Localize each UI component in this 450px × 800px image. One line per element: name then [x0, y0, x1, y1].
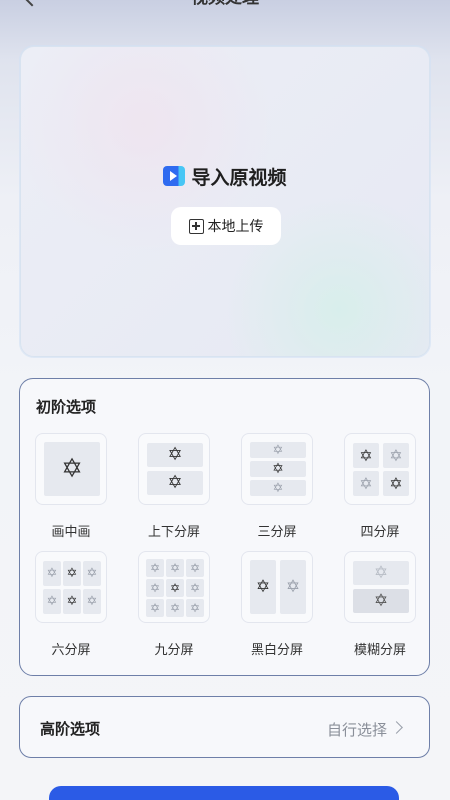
option-six-split[interactable]: ✡ ✡ ✡ ✡ ✡ ✡ 六分屏	[35, 551, 107, 658]
option-label: 三分屏	[257, 525, 297, 540]
option-thumbnail: ✡ ✡ ✡ ✡	[344, 433, 416, 505]
option-label: 上下分屏	[147, 525, 200, 540]
basic-options-panel: 初阶选项 ✡ 画中画 ✡ ✡ 上下分屏 ✡ ✡ ✡ 三分屏 ✡ ✡ ✡ ✡ 四分	[19, 378, 430, 676]
option-nine-split[interactable]: ✡ ✡ ✡ ✡ ✡ ✡ ✡ ✡ ✡ 九分屏	[138, 551, 210, 658]
option-thumbnail: ✡	[35, 433, 107, 505]
star-icon: ✡	[389, 473, 403, 493]
star-icon: ✡	[61, 454, 83, 484]
star-icon: ✡	[86, 594, 98, 609]
option-label: 黑白分屏	[250, 643, 303, 658]
star-icon: ✡	[169, 561, 181, 575]
star-icon: ✡	[149, 581, 161, 595]
star-icon: ✡	[272, 442, 284, 458]
star-icon: ✡	[359, 445, 373, 465]
star-icon: ✡	[389, 445, 403, 465]
option-black-white-split[interactable]: ✡ ✡ 黑白分屏	[241, 551, 313, 658]
video-icon	[163, 166, 186, 186]
star-icon: ✡	[285, 576, 301, 597]
star-icon: ✡	[189, 561, 201, 575]
option-top-bottom-split[interactable]: ✡ ✡ 上下分屏	[138, 433, 210, 540]
star-icon: ✡	[169, 581, 181, 595]
option-picture-in-picture[interactable]: ✡ 画中画	[35, 433, 107, 540]
primary-action-button[interactable]	[49, 786, 399, 800]
upload-card[interactable]: 导入原视频 本地上传	[20, 46, 430, 357]
option-thumbnail: ✡ ✡	[344, 551, 416, 623]
option-thumbnail: ✡ ✡	[138, 433, 210, 505]
star-icon: ✡	[272, 480, 284, 496]
star-icon: ✡	[189, 601, 201, 615]
option-thumbnail: ✡ ✡ ✡ ✡ ✡ ✡	[35, 551, 107, 623]
import-video-row: 导入原视频	[21, 163, 429, 189]
local-upload-button[interactable]: 本地上传	[171, 207, 281, 245]
star-icon: ✡	[272, 461, 284, 477]
star-icon: ✡	[189, 581, 201, 595]
star-icon: ✡	[149, 561, 161, 575]
star-icon: ✡	[149, 601, 161, 615]
page-title: 视频处理	[0, 0, 450, 8]
star-icon: ✡	[167, 472, 183, 493]
option-label: 六分屏	[51, 643, 91, 658]
option-label: 画中画	[51, 525, 91, 540]
star-icon: ✡	[359, 473, 373, 493]
option-label: 四分屏	[360, 525, 400, 540]
option-label: 模糊分屏	[353, 643, 406, 658]
option-thumbnail: ✡ ✡ ✡	[241, 433, 313, 505]
star-icon: ✡	[169, 601, 181, 615]
option-thumbnail: ✡ ✡	[241, 551, 313, 623]
star-icon: ✡	[66, 566, 78, 581]
advanced-choose-label: 自行选择	[326, 721, 387, 739]
star-icon: ✡	[373, 562, 389, 583]
star-icon: ✡	[167, 444, 183, 465]
advanced-options-title: 高阶选项	[40, 720, 101, 738]
option-label: 九分屏	[154, 643, 194, 658]
star-icon: ✡	[46, 566, 58, 581]
basic-options-title: 初阶选项	[36, 398, 97, 416]
chevron-right-icon	[390, 721, 403, 734]
option-three-split[interactable]: ✡ ✡ ✡ 三分屏	[241, 433, 313, 540]
local-upload-label: 本地上传	[207, 219, 264, 235]
star-icon: ✡	[373, 590, 389, 611]
star-icon: ✡	[66, 594, 78, 609]
top-bar: 视频处理	[0, 0, 450, 16]
import-video-label: 导入原视频	[191, 166, 287, 189]
advanced-options-row[interactable]: 高阶选项 自行选择	[19, 696, 430, 758]
option-four-split[interactable]: ✡ ✡ ✡ ✡ 四分屏	[344, 433, 416, 540]
star-icon: ✡	[46, 594, 58, 609]
star-icon: ✡	[255, 576, 271, 597]
plus-box-icon	[188, 218, 204, 234]
option-thumbnail: ✡ ✡ ✡ ✡ ✡ ✡ ✡ ✡ ✡	[138, 551, 210, 623]
option-blur-split[interactable]: ✡ ✡ 模糊分屏	[344, 551, 416, 658]
star-icon: ✡	[86, 566, 98, 581]
